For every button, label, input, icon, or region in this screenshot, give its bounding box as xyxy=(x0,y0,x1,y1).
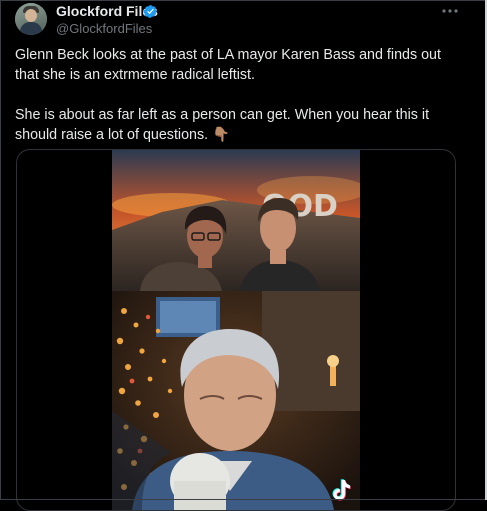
tweet-paragraph: She is about as far left as a person can… xyxy=(15,107,430,143)
video-frame-top: OOD xyxy=(112,150,360,291)
user-handle[interactable]: @GlockfordFiles xyxy=(56,21,152,37)
verified-badge-icon xyxy=(143,5,157,18)
more-options-icon[interactable] xyxy=(440,4,460,18)
video-frame-bottom xyxy=(112,291,360,510)
video-card[interactable]: OOD xyxy=(16,149,456,511)
video-player[interactable]: OOD xyxy=(112,150,360,510)
avatar[interactable] xyxy=(15,3,47,35)
tiktok-logo-icon xyxy=(332,479,351,501)
tweet-text: Glenn Beck looks at the past of LA mayor… xyxy=(15,45,455,145)
tweet-paragraph: Glenn Beck looks at the past of LA mayor… xyxy=(15,47,441,83)
